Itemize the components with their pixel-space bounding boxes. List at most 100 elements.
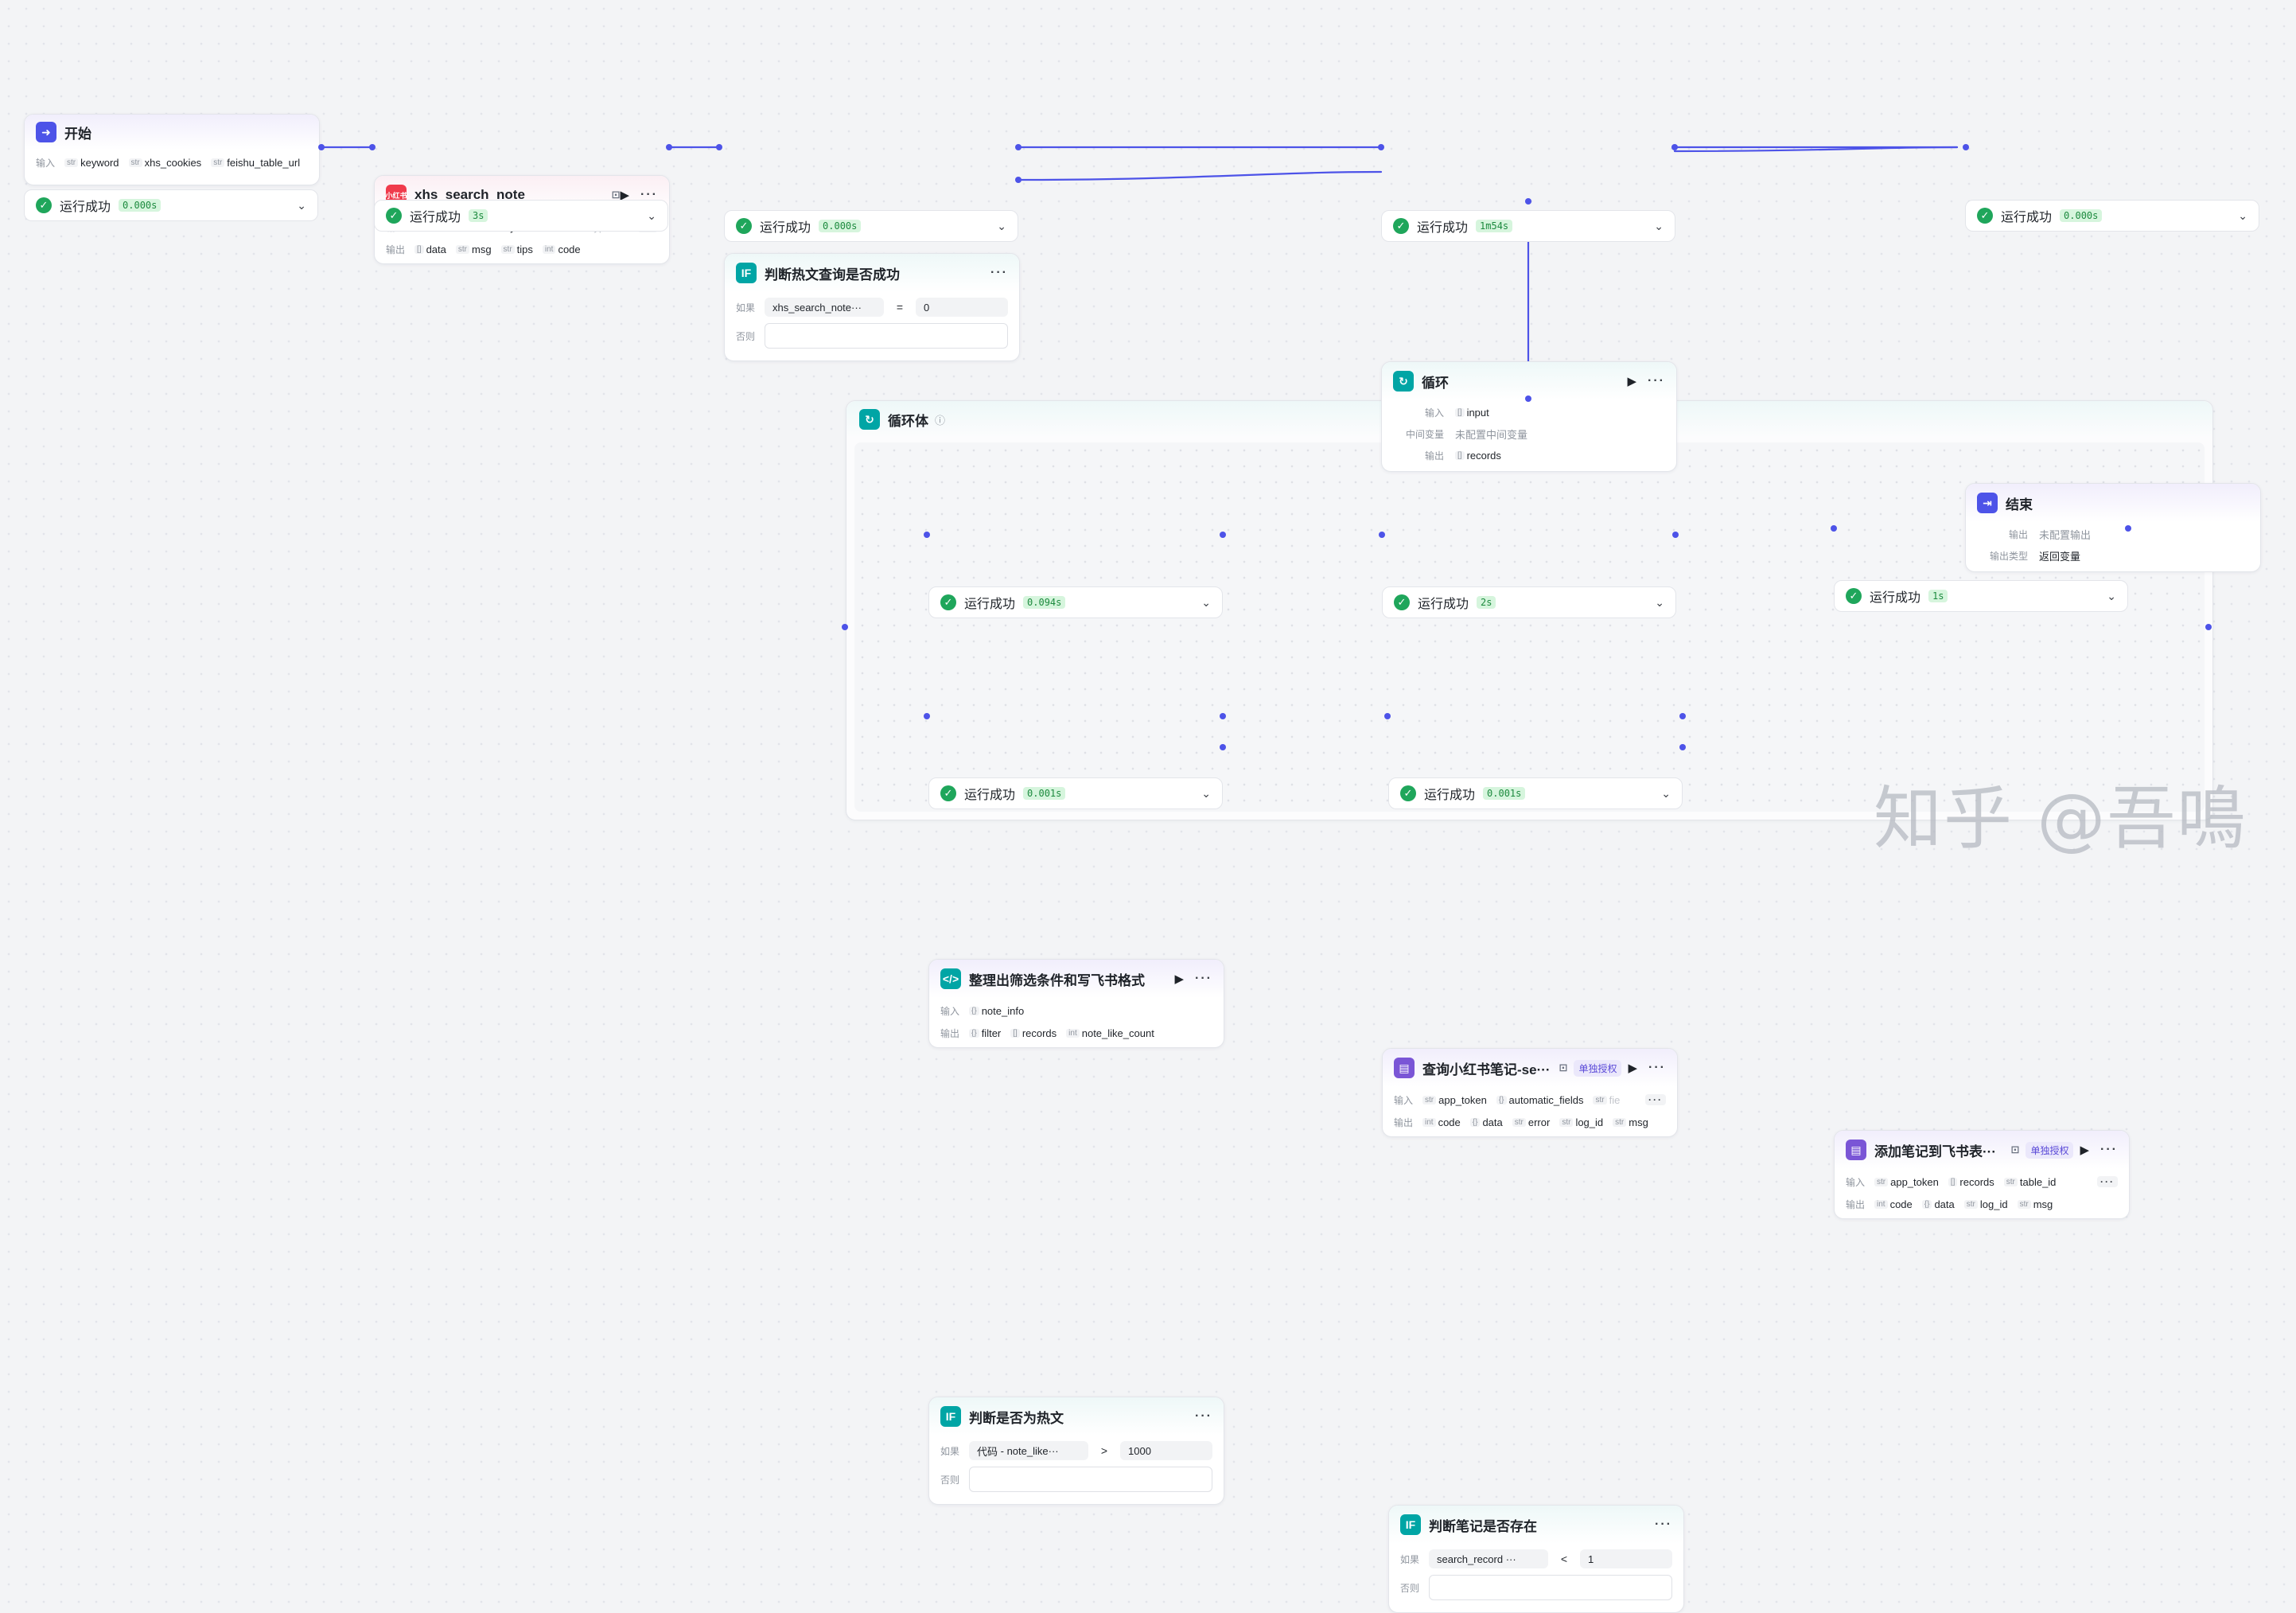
condition-operator[interactable]: =	[890, 301, 909, 314]
port-if2-in[interactable]	[924, 713, 930, 719]
auth-tag[interactable]: 单独授权	[1574, 1059, 1622, 1077]
node-if-search-success[interactable]: IF 判断热文查询是否成功 ··· 如果 xhs_search_note··· …	[724, 253, 1020, 361]
chevron-down-icon[interactable]: ⌄	[1201, 596, 1211, 610]
port-if1-in[interactable]	[716, 144, 722, 150]
time-badge: 0.000s	[119, 199, 161, 212]
status-if3[interactable]: ✓ 运行成功 0.001s ⌄	[1388, 777, 1683, 809]
port-if2-out[interactable]	[1220, 713, 1226, 719]
node-title: 循环	[1422, 375, 1449, 391]
run-icon[interactable]: ▶	[1627, 374, 1636, 388]
param: str msg	[455, 244, 492, 255]
else-label: 否则	[940, 1474, 960, 1486]
start-icon: ➜	[36, 122, 56, 142]
condition-operator[interactable]: >	[1095, 1444, 1114, 1457]
more-icon[interactable]: ···	[1195, 972, 1212, 986]
more-params-icon[interactable]: ···	[1645, 1094, 1666, 1105]
node-add-note[interactable]: ▤ 添加笔记到飞书表··· ⊡ 单独授权 ▶ ··· 输入 str app_tok…	[1834, 1130, 2130, 1219]
node-code[interactable]: </> 整理出筛选条件和写飞书格式 ▶ ··· 输入 {} note_info 输…	[928, 959, 1224, 1048]
status-if1[interactable]: ✓ 运行成功 0.000s ⌄	[724, 210, 1018, 242]
condition-left[interactable]: 代码 - note_like···	[969, 1441, 1088, 1460]
check-icon: ✓	[386, 208, 402, 224]
port-if3-else[interactable]	[1679, 744, 1686, 750]
param: str feishu_table_url	[211, 157, 300, 169]
info-icon[interactable]: ⓘ	[935, 412, 945, 427]
middle-value: 未配置中间变量	[1455, 429, 1528, 441]
chevron-down-icon[interactable]: ⌄	[1655, 596, 1664, 610]
chevron-down-icon[interactable]: ⌄	[1661, 787, 1671, 801]
chevron-down-icon[interactable]: ⌄	[297, 199, 306, 212]
status-code[interactable]: ✓ 运行成功 0.094s ⌄	[928, 586, 1223, 618]
status-loop[interactable]: ✓ 运行成功 1m54s ⌄	[1381, 210, 1675, 242]
time-badge: 0.094s	[1023, 596, 1066, 609]
chevron-down-icon[interactable]: ⌄	[647, 209, 656, 223]
port-query-in[interactable]	[1379, 532, 1385, 538]
port-if2-else[interactable]	[1220, 744, 1226, 750]
param: {} data	[1469, 1116, 1503, 1128]
node-start[interactable]: ➜ 开始 输入 str keyword str xhs_cookies str fei…	[24, 114, 320, 185]
node-if-hot-note[interactable]: IF 判断是否为热文 ··· 如果 代码 - note_like··· > 10…	[928, 1397, 1224, 1505]
status-add[interactable]: ✓ 运行成功 1s ⌄	[1834, 580, 2128, 612]
port-if1-else[interactable]	[1015, 177, 1022, 183]
port-code-in[interactable]	[924, 532, 930, 538]
port-end-in[interactable]	[1963, 144, 1969, 150]
condition-operator[interactable]: <	[1555, 1553, 1574, 1565]
else-branch	[969, 1467, 1212, 1492]
chevron-down-icon[interactable]: ⌄	[997, 220, 1006, 233]
more-icon[interactable]: ···	[990, 266, 1008, 280]
port-search-in[interactable]	[369, 144, 376, 150]
node-query-notes[interactable]: ▤ 查询小红书笔记-se··· ⊡ 单独授权 ▶ ··· 输入 str app_t…	[1382, 1048, 1678, 1137]
port-query-out[interactable]	[1672, 532, 1679, 538]
chevron-down-icon[interactable]: ⌄	[1201, 787, 1211, 801]
more-icon[interactable]: ···	[1655, 1518, 1672, 1532]
more-icon[interactable]: ···	[1648, 374, 1665, 388]
condition-left[interactable]: xhs_search_note···	[765, 298, 884, 317]
more-params-icon[interactable]: ···	[2097, 1176, 2118, 1187]
status-end[interactable]: ✓ 运行成功 0.000s ⌄	[1965, 200, 2259, 232]
more-icon[interactable]: ···	[1195, 1409, 1212, 1424]
port-add-in[interactable]	[1831, 525, 1837, 532]
port-loop-in[interactable]	[1378, 144, 1384, 150]
more-icon[interactable]: ···	[1648, 1061, 1666, 1075]
plugin-icon: ⊡	[2010, 1144, 2020, 1155]
status-if2[interactable]: ✓ 运行成功 0.001s ⌄	[928, 777, 1223, 809]
chevron-down-icon[interactable]: ⌄	[1654, 220, 1664, 233]
port-loopbody-right[interactable]	[2205, 624, 2212, 630]
run-icon[interactable]: ▶	[1628, 1061, 1637, 1075]
output-type-label: 输出类型	[1989, 551, 2028, 562]
port-if3-out[interactable]	[1679, 713, 1686, 719]
port-if1-out[interactable]	[1015, 144, 1022, 150]
port-loop-out[interactable]	[1671, 144, 1678, 150]
more-icon[interactable]: ···	[2100, 1143, 2118, 1157]
port-if3-in[interactable]	[1384, 713, 1391, 719]
run-icon[interactable]: ▶	[2080, 1143, 2089, 1157]
port-code-out[interactable]	[1220, 532, 1226, 538]
port-search-out[interactable]	[666, 144, 672, 150]
condition-right[interactable]: 1000	[1120, 1441, 1212, 1460]
status-text: 运行成功	[2001, 211, 2053, 224]
chevron-down-icon[interactable]: ⌄	[2107, 590, 2116, 603]
port-loopbody-left[interactable]	[842, 624, 848, 630]
auth-tag[interactable]: 单独授权	[2026, 1141, 2074, 1159]
check-icon: ✓	[1393, 218, 1409, 234]
condition-right[interactable]: 0	[916, 298, 1008, 317]
status-search[interactable]: ✓ 运行成功 3s ⌄	[374, 200, 668, 232]
port-start-out[interactable]	[318, 144, 325, 150]
node-loop[interactable]: ↻ 循环 ▶ ··· 输入 [] input 中间变量 未配置中间变量 输出 []…	[1381, 361, 1677, 472]
node-if-note-exists[interactable]: IF 判断笔记是否存在 ··· 如果 search_record ··· < 1…	[1388, 1505, 1684, 1613]
output-label: 输出	[2008, 529, 2028, 540]
else-label: 否则	[736, 330, 756, 342]
port-loopbody-top[interactable]	[1525, 395, 1531, 402]
port-add-out[interactable]	[2125, 525, 2131, 532]
status-start[interactable]: ✓ 运行成功 0.000s ⌄	[24, 189, 318, 221]
condition-right[interactable]: 1	[1580, 1549, 1672, 1568]
chevron-down-icon[interactable]: ⌄	[2238, 209, 2247, 223]
time-badge: 3s	[469, 209, 488, 222]
param: str fie	[1593, 1094, 1620, 1106]
port-loop-bottom[interactable]	[1525, 198, 1531, 205]
status-query[interactable]: ✓ 运行成功 2s ⌄	[1382, 586, 1676, 618]
if-icon: IF	[940, 1406, 961, 1427]
condition-left[interactable]: search_record ···	[1429, 1549, 1548, 1568]
run-icon[interactable]: ▶	[1174, 972, 1184, 986]
node-end[interactable]: ⇥ 结束 输出 未配置输出 输出类型 返回变量	[1965, 483, 2261, 572]
check-icon: ✓	[940, 785, 956, 801]
